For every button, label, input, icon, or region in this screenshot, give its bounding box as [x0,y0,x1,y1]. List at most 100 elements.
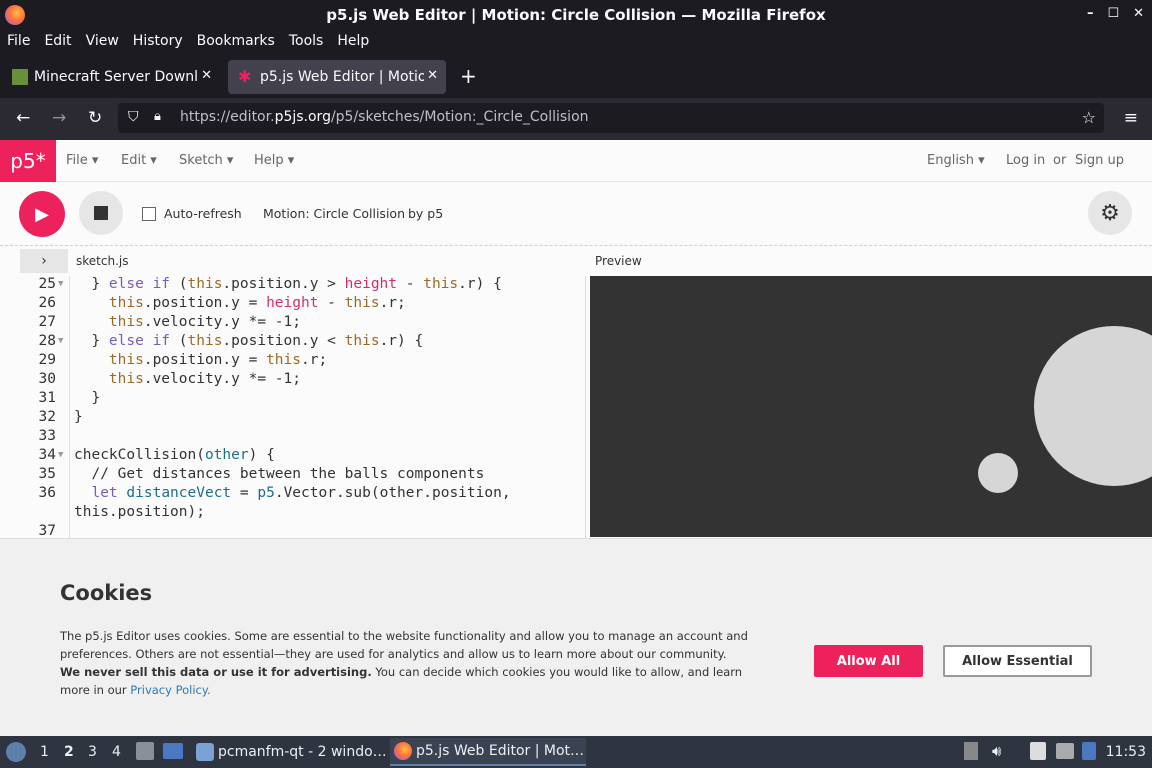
chevron-right-icon: › [41,253,47,269]
p5-nav: p5* File ▾ Edit ▾ Sketch ▾ Help ▾ Englis… [0,140,1152,182]
sketch-author: by p5 [408,206,444,221]
close-tab-icon[interactable]: ✕ [427,68,438,83]
code-line[interactable]: 26 this.position.y = height - this.r; [20,295,585,314]
code-line[interactable]: 28 ▼ } else if (this.position.y < this.r)… [20,333,585,352]
login-link[interactable]: Log in [1006,153,1045,168]
p5-menu-sketch[interactable]: Sketch ▾ [179,153,233,168]
play-button[interactable]: ▶ [19,191,65,237]
notification-icon[interactable] [1082,742,1096,760]
taskbar-window-label: pcmanfm-qt - 2 windo… [218,744,387,760]
network-icon[interactable] [1056,743,1074,759]
menu-help[interactable]: Help [337,33,369,49]
lock-icon[interactable]: 🔒︎ [154,109,161,124]
menu-history[interactable]: History [133,33,183,49]
window-controls: – ☐ ✕ [1087,6,1144,21]
code-line[interactable]: 27 this.velocity.y *= -1; [20,314,585,333]
settings-button[interactable]: ⚙ [1088,191,1132,235]
tab-title: p5.js Web Editor | Motion [260,69,424,85]
clipboard-icon[interactable] [1030,742,1046,760]
cookies-title: Cookies [60,581,153,605]
tab-title: Minecraft Server Downlo [34,69,198,85]
new-tab-button[interactable]: + [460,64,477,88]
shield-icon[interactable]: ⛉ [128,109,139,125]
code-line[interactable]: 34 ▼ checkCollision(other) { [20,447,585,466]
back-button[interactable]: ← [16,108,30,128]
minimize-button[interactable]: – [1087,6,1094,21]
bookmark-star-icon[interactable]: ☆ [1082,108,1096,127]
firefox-icon [394,742,412,760]
menu-file[interactable]: File [7,33,30,49]
p5-toolbar: ▶ Auto-refresh Motion: Circle Collision … [0,182,1152,246]
tab-strip: Minecraft Server Downlo ✕ ✱ p5.js Web Ed… [0,56,1152,98]
code-line[interactable]: 35 // Get distances between the balls co… [20,466,585,485]
desktop-launcher-icon[interactable] [163,743,183,759]
privacy-policy-link[interactable]: Privacy Policy. [130,683,210,697]
sketch-name[interactable]: Motion: Circle Collision [263,206,405,221]
eject-icon[interactable] [964,742,978,760]
code-line[interactable]: 33 [20,428,585,447]
large-ball [1034,326,1152,486]
clock[interactable]: 11:53 [1106,744,1146,760]
auto-refresh-label[interactable]: Auto-refresh [164,206,242,221]
url-text[interactable]: https://editor.p5js.org/p5/sketches/Moti… [180,109,589,125]
preview-label: Preview [595,254,642,268]
taskbar-window-firefox[interactable]: p5.js Web Editor | Mot… [390,738,586,766]
fold-icon[interactable]: ▼ [58,450,63,460]
workspace-2[interactable]: 2 [64,744,74,760]
p5-menu-help[interactable]: Help ▾ [254,153,294,168]
close-tab-icon[interactable]: ✕ [201,68,212,83]
allow-all-button[interactable]: Allow All [814,645,923,677]
workspace-4[interactable]: 4 [112,744,121,760]
navigation-bar: ← → ↻ ⛉ 🔒︎ https://editor.p5js.org/p5/sk… [0,98,1152,140]
taskbar-window-pcmanfm[interactable]: pcmanfm-qt - 2 windo… [192,738,388,766]
code-editor[interactable]: 25 ▼ } else if (this.position.y > height … [20,276,586,538]
code-line[interactable]: this.position); [20,504,585,523]
menu-bookmarks[interactable]: Bookmarks [197,33,275,49]
url-bar[interactable]: ⛉ 🔒︎ https://editor.p5js.org/p5/sketches… [118,103,1104,133]
close-window-button[interactable]: ✕ [1133,6,1144,21]
volume-icon[interactable]: 🔊︎ [992,742,1001,760]
code-line[interactable]: 29 this.position.y = this.r; [20,352,585,371]
code-line[interactable]: 32} [20,409,585,428]
or-text: or [1053,153,1067,168]
file-manager-launcher-icon[interactable] [136,742,154,760]
p5-menu-file[interactable]: File ▾ [66,153,98,168]
sidebar-toggle-button[interactable]: › [20,249,68,273]
small-ball [978,453,1018,493]
tab-p5-editor[interactable]: ✱ p5.js Web Editor | Motion ✕ [228,60,446,94]
signup-link[interactable]: Sign up [1075,153,1124,168]
p5-menu-edit[interactable]: Edit ▾ [121,153,157,168]
tab-minecraft[interactable]: Minecraft Server Downlo ✕ [2,60,220,94]
sketch-preview[interactable] [590,276,1152,537]
workspace-3[interactable]: 3 [88,744,97,760]
p5-favicon-icon: ✱ [238,67,252,86]
start-menu-icon[interactable] [6,742,26,762]
code-line[interactable]: 36 let distanceVect = p5.Vector.sub(othe… [20,485,585,504]
app-menu-button[interactable]: ≡ [1124,108,1138,128]
stop-button[interactable] [79,191,123,235]
taskbar: 1 2 3 4 pcmanfm-qt - 2 windo… p5.js Web … [0,736,1152,768]
code-line[interactable]: 25 ▼ } else if (this.position.y > height … [20,276,585,295]
window-titlebar: p5.js Web Editor | Motion: Circle Collis… [0,0,1152,30]
allow-essential-button[interactable]: Allow Essential [943,645,1092,677]
fold-icon[interactable]: ▼ [58,279,63,289]
reload-button[interactable]: ↻ [88,108,102,128]
minecraft-favicon-icon [12,69,28,85]
auto-refresh-checkbox[interactable] [142,207,156,221]
menu-edit[interactable]: Edit [44,33,71,49]
p5-logo[interactable]: p5* [0,140,56,182]
fold-icon[interactable]: ▼ [58,336,63,346]
maximize-button[interactable]: ☐ [1107,6,1119,21]
code-line[interactable]: 31 } [20,390,585,409]
code-line[interactable]: 37 [20,523,585,538]
workspace-1[interactable]: 1 [40,744,49,760]
cookie-banner: Cookies The p5.js Editor uses cookies. S… [0,538,1152,736]
code-line[interactable]: 30 this.velocity.y *= -1; [20,371,585,390]
forward-button[interactable]: → [52,108,66,128]
file-tab-sketch[interactable]: sketch.js [76,254,128,268]
browser-menubar: File Edit View History Bookmarks Tools H… [0,30,1152,52]
language-select[interactable]: English ▾ [927,153,985,168]
menu-view[interactable]: View [86,33,119,49]
stop-icon [94,206,108,220]
menu-tools[interactable]: Tools [289,33,324,49]
